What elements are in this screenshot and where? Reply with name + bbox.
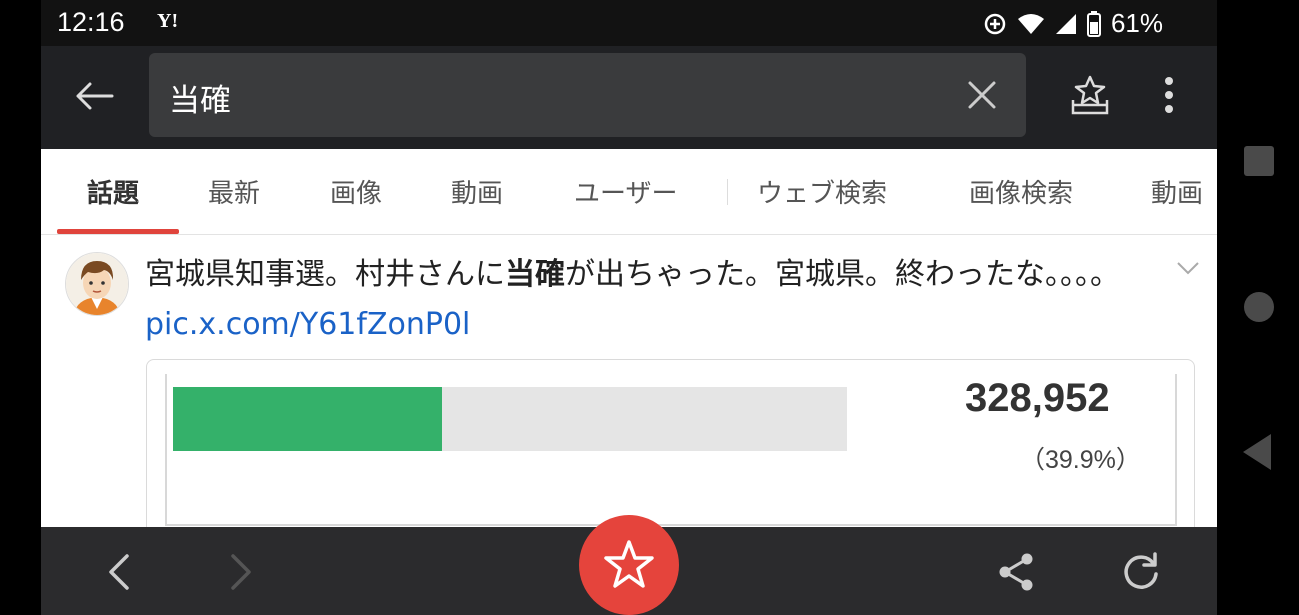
tab-latest[interactable]: 最新 — [208, 173, 260, 210]
tweet-text: 宮城県知事選。村井さんに当確が出ちゃった。宮城県。終わったな。。。。 pic.x… — [145, 250, 1125, 350]
vote-count: 328,952 — [965, 376, 1110, 420]
search-query[interactable]: 当確 — [169, 75, 231, 120]
chevron-down-icon — [1177, 262, 1199, 275]
reload-button[interactable] — [1118, 549, 1164, 595]
tab-users[interactable]: ユーザー — [574, 173, 677, 210]
status-bar: 12:16 Y! 61% — [41, 0, 1217, 46]
page-content: 話題 最新 画像 動画 ユーザー ウェブ検索 画像検索 動画 宮城県知事選。村井… — [41, 149, 1217, 527]
status-time: 12:16 — [57, 7, 125, 37]
tab-divider — [727, 179, 728, 205]
result-graphic: 328,952 （39.9%） — [165, 374, 1177, 526]
tab-video-search[interactable]: 動画 — [1151, 173, 1203, 210]
battery-icon — [1086, 10, 1101, 37]
system-back-button[interactable] — [1243, 434, 1271, 470]
back-button[interactable] — [71, 76, 117, 116]
nav-back-button[interactable] — [99, 549, 139, 595]
wifi-icon — [1017, 13, 1044, 34]
avatar-illustration-icon — [66, 253, 128, 315]
more-menu-button[interactable] — [1151, 70, 1187, 120]
vote-percentage: （39.9%） — [1020, 446, 1141, 474]
bottom-navigation-bar — [41, 515, 1217, 615]
tab-images[interactable]: 画像 — [330, 173, 382, 210]
close-icon — [968, 81, 996, 109]
save-button[interactable] — [1066, 70, 1114, 120]
tweet-text-after: が出ちゃった。宮城県。終わったな。。。。 — [565, 257, 1120, 292]
favorite-button[interactable] — [579, 515, 679, 615]
tab-videos[interactable]: 動画 — [451, 173, 503, 210]
chevron-left-icon — [109, 554, 129, 590]
tab-web-search[interactable]: ウェブ検索 — [757, 173, 887, 210]
home-button[interactable] — [1244, 292, 1274, 322]
tab-topics[interactable]: 話題 — [87, 173, 139, 210]
status-icons: 61% — [983, 8, 1163, 39]
search-box[interactable]: 当確 — [149, 53, 1026, 137]
avatar[interactable] — [65, 252, 129, 316]
search-tabs: 話題 最新 画像 動画 ユーザー ウェブ検索 画像検索 動画 — [41, 149, 1217, 235]
battery-percent: 61% — [1110, 8, 1163, 38]
active-tab-indicator — [57, 229, 179, 234]
system-navigation-bar — [1217, 0, 1299, 615]
share-button[interactable] — [993, 549, 1039, 595]
recent-apps-button[interactable] — [1244, 146, 1274, 176]
vote-bar-fill — [173, 387, 442, 451]
tweet-link[interactable]: pic.x.com/Y61fZonP0l — [145, 307, 470, 342]
screen: 12:16 Y! 61% 当確 話題 最新 画像 動画 ユーザー ウェブ検索 画… — [41, 0, 1217, 615]
data-saver-icon — [984, 13, 1006, 34]
arrow-left-icon — [76, 82, 114, 110]
star-icon — [604, 540, 654, 588]
yahoo-app-icon: Y! — [157, 10, 179, 32]
expand-button[interactable] — [1174, 257, 1202, 279]
tab-image-search[interactable]: 画像検索 — [969, 173, 1073, 210]
reload-icon — [1124, 552, 1158, 589]
chevron-right-icon — [231, 554, 251, 590]
tweet-text-before: 宮城県知事選。村井さんに — [145, 257, 505, 292]
clear-search-button[interactable] — [962, 75, 1002, 115]
browser-toolbar: 当確 — [41, 46, 1217, 148]
save-tray-icon — [1071, 75, 1109, 115]
more-vert-icon — [1165, 77, 1173, 113]
nav-forward-button[interactable] — [221, 549, 261, 595]
tweet-highlight: 当確 — [505, 257, 565, 292]
vote-bar-track — [173, 387, 847, 451]
signal-icon — [1055, 13, 1076, 34]
tweet-image-card[interactable]: 328,952 （39.9%） — [146, 359, 1195, 527]
share-icon — [999, 553, 1033, 591]
